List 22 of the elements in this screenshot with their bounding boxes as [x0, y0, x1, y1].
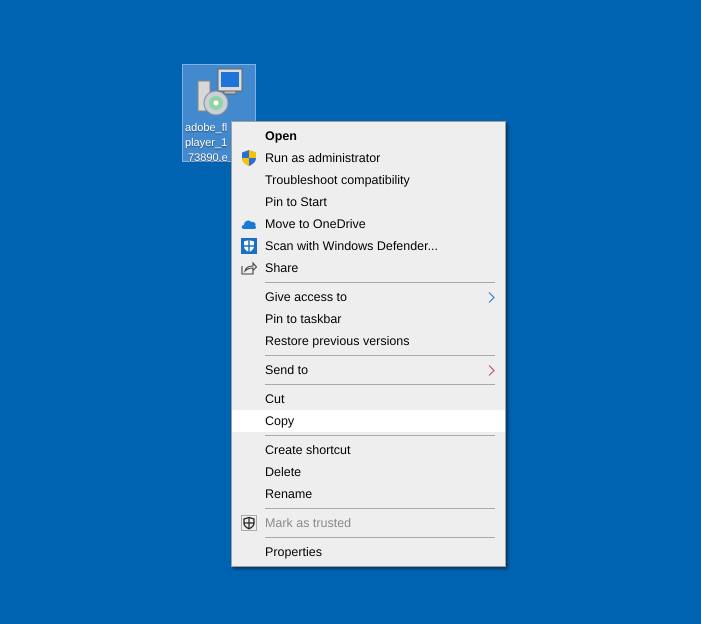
menu-item[interactable]: Pin to Start [232, 191, 505, 213]
cloud-icon [241, 219, 257, 229]
shield-icon [241, 238, 257, 254]
menu-item[interactable]: Delete [232, 461, 505, 483]
share-icon [241, 261, 257, 275]
menu-item[interactable]: Cut [232, 388, 505, 410]
menu-item[interactable]: Pin to taskbar [232, 308, 505, 330]
menu-item[interactable]: Restore previous versions [232, 330, 505, 352]
menu-item[interactable]: Rename [232, 483, 505, 505]
menu-item[interactable]: Scan with Windows Defender... [232, 235, 505, 257]
file-name: player_1 [184, 136, 228, 151]
menu-item[interactable]: Properties [232, 541, 505, 563]
menu-item[interactable]: Copy [232, 410, 505, 432]
menu-item[interactable]: Create shortcut [232, 439, 505, 461]
menu-item[interactable]: Send to [232, 359, 505, 381]
menu-item[interactable]: Move to OneDrive [232, 213, 505, 235]
shield-icon [242, 150, 256, 166]
menu-item[interactable]: Share [232, 257, 505, 279]
menu-item[interactable]: Give access to [232, 286, 505, 308]
shield-icon [241, 515, 257, 531]
file-name: adobe_fl [184, 121, 228, 136]
menu-item[interactable]: Troubleshoot compatibility [232, 169, 505, 191]
